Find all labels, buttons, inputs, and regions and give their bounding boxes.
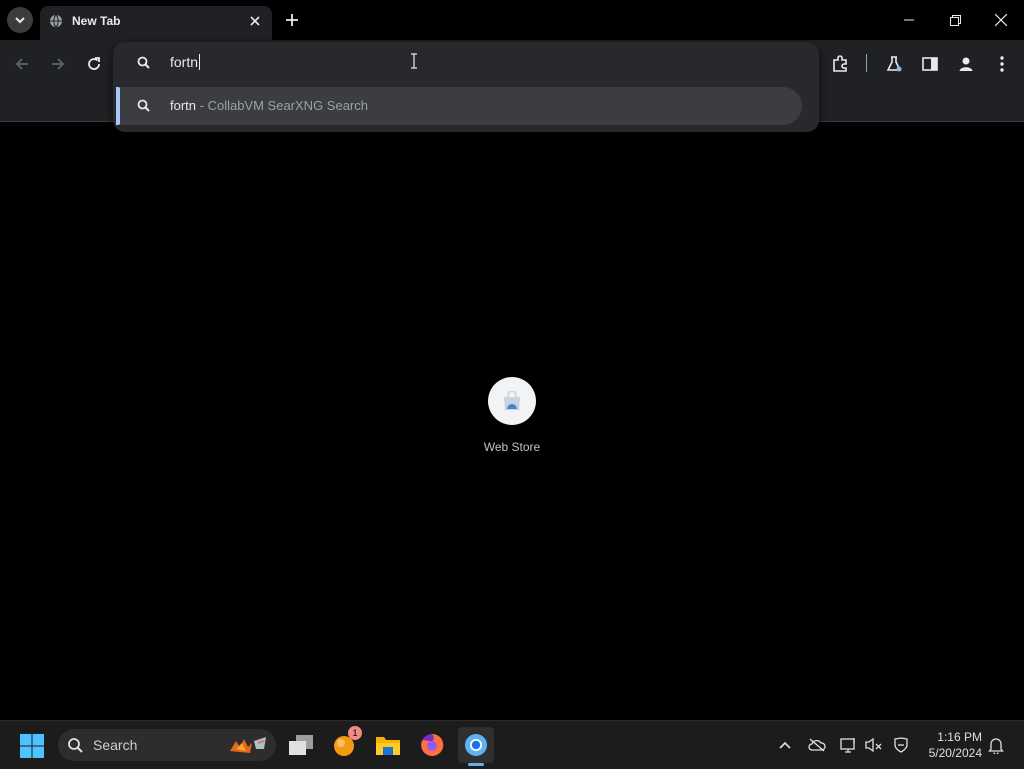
omnibox-popup: fortn fortn - CollabVM SearXNG Search — [113, 42, 819, 132]
minimize-icon — [904, 19, 914, 21]
forward-button[interactable] — [46, 52, 70, 76]
tab-new-tab[interactable]: New Tab — [40, 6, 272, 40]
show-hidden-icons-button[interactable] — [775, 735, 795, 755]
tray-security[interactable] — [891, 735, 911, 755]
chevron-down-icon — [15, 17, 25, 24]
globe-icon — [50, 14, 62, 28]
arrow-right-icon — [52, 58, 65, 70]
shield-icon — [894, 737, 908, 753]
toolbar-divider — [866, 54, 867, 72]
menu-button[interactable] — [990, 52, 1014, 76]
restore-button[interactable] — [932, 0, 978, 40]
shortcut-label: Web Store — [483, 440, 541, 454]
reload-icon — [88, 57, 100, 70]
tab-close-button[interactable] — [246, 12, 264, 30]
search-icon — [137, 56, 150, 69]
shortcut-tile — [488, 377, 536, 425]
close-icon — [995, 14, 1007, 26]
tab-search-button[interactable] — [7, 7, 33, 33]
tab-strip: New Tab — [0, 0, 1024, 40]
active-app-indicator — [468, 763, 484, 766]
search-highlight-icon — [230, 737, 266, 753]
close-icon — [250, 16, 260, 26]
clock-date: 5/20/2024 — [928, 746, 982, 760]
puzzle-icon — [833, 55, 847, 72]
folder-icon — [376, 737, 400, 755]
web-store-icon — [504, 391, 520, 410]
taskbar-app-file-explorer[interactable] — [370, 727, 406, 763]
search-icon — [68, 738, 83, 753]
search-icon — [137, 99, 150, 112]
windows-start-icon[interactable] — [19, 733, 45, 759]
chrome-icon — [465, 734, 487, 756]
extensions-button[interactable] — [828, 52, 852, 76]
taskbar: Search 1 1:16 PM 5/20/2024 — [0, 720, 1024, 769]
tray-volume[interactable] — [864, 735, 884, 755]
network-icon — [840, 738, 855, 753]
system-clock[interactable]: 1:16 PM 5/20/2024 — [918, 729, 982, 761]
tab-title: New Tab — [72, 14, 121, 28]
taskbar-search[interactable]: Search — [58, 729, 276, 761]
chevron-up-icon — [779, 741, 791, 749]
arrow-left-icon — [15, 58, 28, 70]
plus-icon — [286, 14, 298, 26]
tray-onedrive[interactable] — [807, 735, 827, 755]
profile-button[interactable] — [954, 52, 978, 76]
search-label: Search — [93, 737, 138, 753]
restore-icon — [949, 14, 961, 26]
suggestion-text: fortn - CollabVM SearXNG Search — [170, 98, 368, 113]
task-view-icon — [289, 735, 313, 755]
notifications-button[interactable] — [986, 735, 1006, 755]
minimize-button[interactable] — [886, 0, 932, 40]
back-button[interactable] — [10, 52, 34, 76]
close-window-button[interactable] — [978, 0, 1024, 40]
volume-muted-icon — [865, 737, 882, 753]
side-panel-icon — [922, 57, 938, 71]
cloud-off-icon — [808, 738, 826, 752]
selection-indicator — [116, 87, 120, 125]
suggestion-description: CollabVM SearXNG Search — [207, 98, 368, 113]
text-cursor-icon — [411, 53, 417, 69]
task-view-button[interactable] — [283, 727, 319, 763]
suggestion-query: fortn — [170, 98, 197, 113]
firefox-icon — [421, 733, 444, 756]
address-bar-input[interactable]: fortn — [170, 54, 201, 70]
tray-network[interactable] — [839, 735, 859, 755]
taskbar-app-firefox[interactable] — [414, 727, 450, 763]
more-vert-icon — [1000, 56, 1004, 72]
notification-badge: 1 — [348, 726, 362, 740]
omnibox-suggestion[interactable]: fortn - CollabVM SearXNG Search — [116, 87, 802, 125]
bell-icon — [988, 737, 1004, 754]
shortcut-web-store[interactable]: Web Store — [462, 377, 562, 454]
new-tab-button[interactable] — [282, 10, 302, 30]
clock-time: 1:16 PM — [937, 730, 982, 744]
labs-button[interactable] — [882, 52, 906, 76]
suggestion-separator: - — [196, 98, 208, 113]
person-icon — [959, 57, 973, 71]
side-panel-button[interactable] — [918, 52, 942, 76]
taskbar-app-chrome[interactable] — [458, 727, 494, 763]
reload-button[interactable] — [82, 52, 106, 76]
flask-icon — [886, 56, 902, 72]
